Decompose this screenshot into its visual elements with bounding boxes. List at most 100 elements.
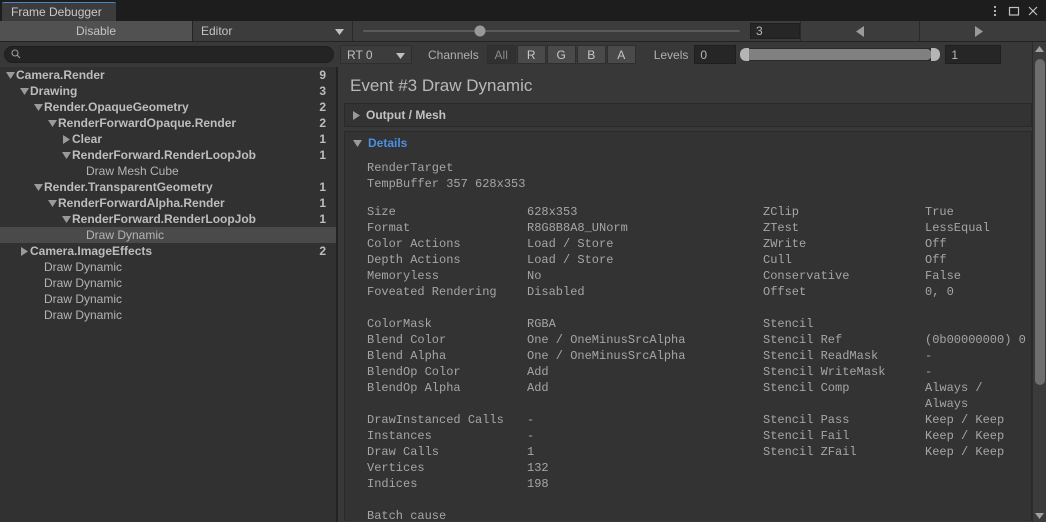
tree-row[interactable]: Clear 1 xyxy=(0,131,336,147)
levels-slider-handle-max[interactable] xyxy=(931,48,941,61)
detail-key: ZWrite xyxy=(763,237,807,251)
details-foldout-header[interactable]: Details xyxy=(345,132,1031,154)
detail-group: ColorMask RGBA Blend Color One / OneMinusSr… xyxy=(367,316,685,396)
rendertarget-dropdown[interactable]: RT 0 xyxy=(340,45,412,64)
event-tree-panel[interactable]: Camera.Render 9 Drawing 3 Render.OpaqueGeome… xyxy=(0,67,337,522)
tree-row[interactable]: RenderForward.RenderLoopJob 1 xyxy=(0,211,336,227)
triangle-down-icon[interactable] xyxy=(46,119,58,127)
detail-group: DrawInstanced Calls - Instances - Draw Calls… xyxy=(367,412,685,492)
levels-slider-handle-min[interactable] xyxy=(740,48,750,61)
detail-row: Stencil WriteMask - xyxy=(763,364,1031,380)
triangle-down-icon[interactable] xyxy=(46,199,58,207)
details-foldout[interactable]: Details RenderTarget TempBuffer 357 628x… xyxy=(344,131,1032,522)
tree-row-count: 1 xyxy=(319,196,326,210)
detail-value: LessEqual xyxy=(925,221,990,235)
triangle-down-icon[interactable] xyxy=(4,71,16,79)
detail-value: Keep / Keep xyxy=(925,413,1005,427)
channel-button-b[interactable]: B xyxy=(576,45,606,64)
scroll-down-button[interactable] xyxy=(1033,509,1046,522)
triangle-down-icon[interactable] xyxy=(32,183,44,191)
scrollbar-thumb[interactable] xyxy=(1035,59,1045,385)
maximize-icon[interactable] xyxy=(1005,0,1023,21)
levels-minmax-slider[interactable] xyxy=(740,48,941,61)
tree-row[interactable]: RenderForwardAlpha.Render 1 xyxy=(0,195,336,211)
search-input[interactable] xyxy=(21,47,307,62)
triangle-down-icon[interactable] xyxy=(60,151,72,159)
channel-button-all[interactable]: All xyxy=(486,45,516,64)
target-dropdown[interactable]: Editor xyxy=(193,21,353,41)
tree-row[interactable]: RenderForward.RenderLoopJob 1 xyxy=(0,147,336,163)
detail-key: Stencil xyxy=(763,317,814,331)
detail-value: Load / Store xyxy=(527,237,614,251)
levels-min-field[interactable]: 0 xyxy=(694,45,737,64)
triangle-down-icon[interactable] xyxy=(60,215,72,223)
detail-key: ZClip xyxy=(763,205,800,219)
close-icon[interactable] xyxy=(1024,0,1042,21)
triangle-down-icon[interactable] xyxy=(18,87,30,95)
detail-row: Stencil Fail Keep / Keep xyxy=(763,428,1031,444)
tree-row[interactable]: Camera.Render 9 xyxy=(0,67,336,83)
next-event-button[interactable] xyxy=(919,21,1038,41)
arrow-right-icon xyxy=(975,25,983,37)
event-number-field[interactable]: 3 xyxy=(750,23,800,39)
detail-value: 0, 0 xyxy=(925,285,954,299)
search-box[interactable] xyxy=(4,46,334,63)
detail-value: Disabled xyxy=(527,285,585,299)
output-mesh-foldout-header[interactable]: Output / Mesh xyxy=(345,104,1031,126)
tree-row[interactable]: Drawing 3 xyxy=(0,83,336,99)
detail-key: Stencil WriteMask xyxy=(763,365,886,379)
detail-row: Offset 0, 0 xyxy=(763,284,1031,300)
detail-value: - xyxy=(925,365,933,379)
tree-row[interactable]: Draw Dynamic xyxy=(0,275,336,291)
arrow-left-icon xyxy=(856,25,864,37)
detail-value: False xyxy=(925,269,962,283)
tree-row[interactable]: Render.TransparentGeometry 1 xyxy=(0,179,336,195)
triangle-down-icon[interactable] xyxy=(32,103,44,111)
tree-row[interactable]: Draw Dynamic xyxy=(0,291,336,307)
detail-key: Color Actions xyxy=(367,237,461,251)
tree-row-count: 3 xyxy=(319,84,326,98)
tab-frame-debugger[interactable]: Frame Debugger xyxy=(2,2,116,21)
tree-row[interactable]: RenderForwardOpaque.Render 2 xyxy=(0,115,336,131)
disable-button[interactable]: Disable xyxy=(0,21,193,41)
tree-row-label: Draw Dynamic xyxy=(44,276,123,290)
details-column-left: Size 628x353 Format R8G8B8A8_UNorm Color Act… xyxy=(367,204,685,522)
detail-key: Stencil Fail xyxy=(763,429,850,443)
detail-key: Indices xyxy=(367,477,418,491)
kebab-menu-icon[interactable] xyxy=(986,0,1004,21)
output-mesh-foldout[interactable]: Output / Mesh xyxy=(344,103,1032,127)
event-slider-knob[interactable] xyxy=(474,25,486,37)
detail-key: ColorMask xyxy=(367,317,432,331)
prev-event-button[interactable] xyxy=(800,21,919,41)
triangle-right-icon[interactable] xyxy=(18,246,30,256)
detail-row: Vertices 132 xyxy=(367,460,685,476)
channel-button-a[interactable]: A xyxy=(606,45,636,64)
tree-row[interactable]: Camera.ImageEffects 2 xyxy=(0,243,336,259)
details-column-right: ZClip True ZTest LessEqual ZWrite Off Cull Off C… xyxy=(763,204,1031,476)
tree-row[interactable]: Draw Dynamic xyxy=(0,307,336,323)
triangle-right-icon[interactable] xyxy=(60,134,72,144)
detail-row: BlendOp Color Add xyxy=(367,364,685,380)
detail-value: - xyxy=(925,349,933,363)
triangle-down-icon xyxy=(353,139,362,147)
tree-row-count: 2 xyxy=(319,244,326,258)
tab-label: Frame Debugger xyxy=(11,5,102,19)
scroll-up-button[interactable] xyxy=(1033,42,1046,55)
tree-row[interactable]: Draw Dynamic xyxy=(0,227,336,243)
levels-max-field[interactable]: 1 xyxy=(945,45,1002,64)
rendertarget-dropdown-label: RT 0 xyxy=(347,47,373,62)
detail-key: BlendOp Alpha xyxy=(367,381,461,395)
channel-button-r[interactable]: R xyxy=(516,45,546,64)
tree-row[interactable]: Draw Dynamic xyxy=(0,259,336,275)
tree-row[interactable]: Render.OpaqueGeometry 2 xyxy=(0,99,336,115)
detail-row: Stencil xyxy=(763,316,1031,332)
detail-vertical-scrollbar[interactable] xyxy=(1032,42,1046,522)
detail-row: Size 628x353 xyxy=(367,204,685,220)
channel-button-g[interactable]: G xyxy=(546,45,576,64)
levels-min-value: 0 xyxy=(700,47,708,62)
detail-value: One / OneMinusSrcAlpha xyxy=(527,349,686,363)
tree-row[interactable]: Draw Mesh Cube xyxy=(0,163,336,179)
detail-row: ColorMask RGBA xyxy=(367,316,685,332)
detail-value: Load / Store xyxy=(527,253,614,267)
event-slider[interactable] xyxy=(353,21,750,41)
